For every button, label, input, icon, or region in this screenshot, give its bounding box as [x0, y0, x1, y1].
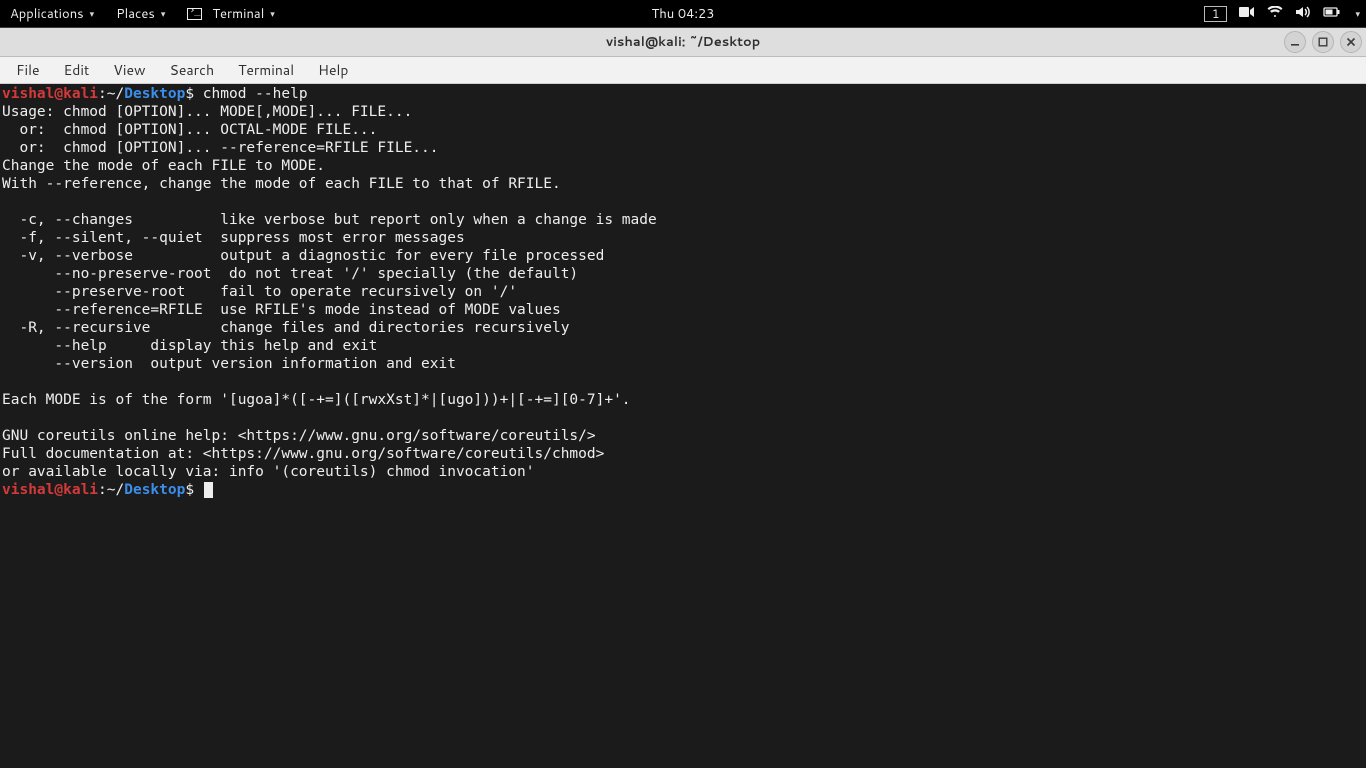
terminal-window: vishal@kali: ~/Desktop File Edit View Se… [0, 27, 1366, 768]
workspace-number: 1 [1212, 7, 1220, 21]
close-button[interactable] [1340, 31, 1362, 53]
close-icon [1346, 37, 1356, 47]
applications-label: Applications [10, 5, 84, 23]
menu-help[interactable]: Help [308, 58, 358, 82]
menu-edit-label: Edit [64, 60, 90, 80]
clock[interactable]: Thu 04:23 [652, 5, 715, 23]
terminal-viewport[interactable]: vishal@kali:~/Desktop$ chmod --help Usag… [0, 84, 1366, 768]
minimize-icon [1290, 37, 1300, 47]
gnome-top-bar: Applications ▾ Places ▾ Terminal ▾ Thu 04:2… [0, 0, 1366, 27]
menu-file[interactable]: File [6, 58, 50, 82]
volume-icon[interactable] [1295, 5, 1311, 23]
places-menu[interactable]: Places ▾ [112, 3, 169, 25]
maximize-button[interactable] [1312, 31, 1334, 53]
window-titlebar[interactable]: vishal@kali: ~/Desktop [0, 28, 1366, 57]
menu-search-label: Search [170, 60, 215, 80]
menu-view-label: View [113, 60, 145, 80]
terminal-menubar: File Edit View Search Terminal Help [0, 57, 1366, 84]
places-label: Places [116, 5, 155, 23]
menu-edit[interactable]: Edit [54, 58, 100, 82]
chevron-down-icon: ▾ [270, 7, 275, 20]
chevron-down-icon: ▾ [90, 7, 95, 20]
menu-help-label: Help [318, 60, 348, 80]
menu-search[interactable]: Search [160, 58, 225, 82]
menu-terminal-label: Terminal [238, 60, 294, 80]
terminal-app-label: Terminal [212, 5, 264, 23]
clock-text: Thu 04:23 [652, 5, 715, 23]
chevron-down-icon: ▾ [161, 7, 166, 20]
system-menu-chevron-icon[interactable]: ▾ [1355, 7, 1360, 20]
terminal-icon [187, 8, 202, 20]
menu-view[interactable]: View [103, 58, 155, 82]
applications-menu[interactable]: Applications ▾ [6, 3, 98, 25]
menu-file-label: File [16, 60, 40, 80]
workspace-indicator[interactable]: 1 [1204, 6, 1228, 22]
battery-icon[interactable] [1323, 5, 1341, 23]
video-record-icon[interactable] [1239, 5, 1255, 23]
menu-terminal[interactable]: Terminal [228, 58, 304, 82]
minimize-button[interactable] [1284, 31, 1306, 53]
terminal-app-indicator[interactable]: Terminal ▾ [183, 3, 278, 25]
window-title: vishal@kali: ~/Desktop [606, 33, 761, 51]
wifi-icon[interactable] [1267, 5, 1283, 23]
maximize-icon [1318, 37, 1328, 47]
